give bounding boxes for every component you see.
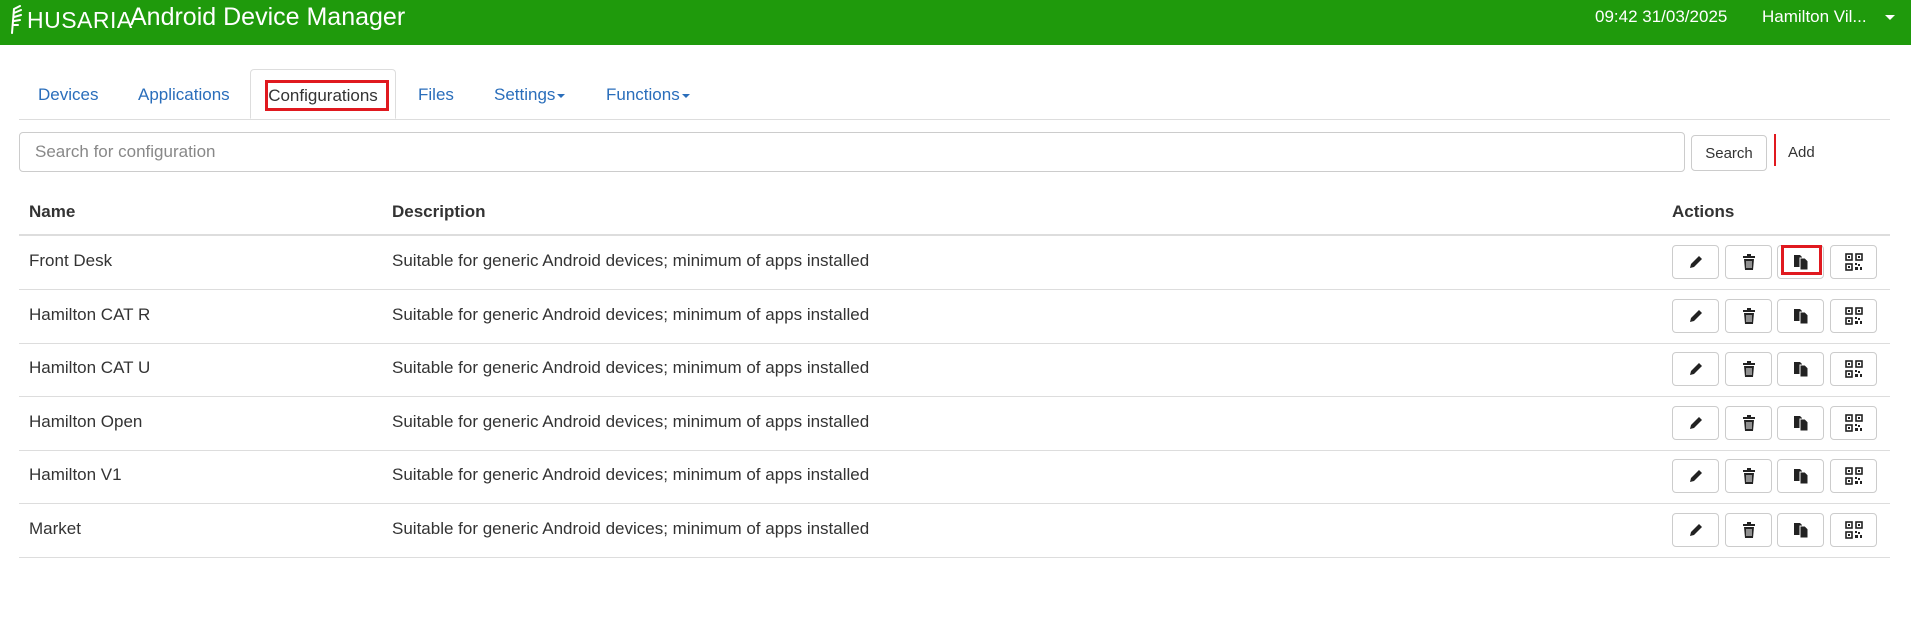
config-name: Front Desk (29, 251, 113, 270)
copy-icon (1792, 467, 1810, 485)
trash-icon (1740, 307, 1758, 325)
trash-icon (1740, 414, 1758, 432)
pencil-icon (1687, 467, 1705, 485)
config-description: Suitable for generic Android devices; mi… (392, 518, 870, 538)
qr-code-icon (1844, 306, 1863, 325)
copy-icon (1792, 307, 1810, 325)
copy-icon (1792, 360, 1810, 378)
pencil-icon (1687, 414, 1705, 432)
delete-button[interactable] (1725, 245, 1772, 279)
brand-name: HUSARIA (27, 6, 133, 33)
pencil-icon (1687, 253, 1705, 271)
config-description: Suitable for generic Android devices; mi… (392, 411, 870, 431)
trash-icon (1740, 360, 1758, 378)
config-name: Hamilton V1 (29, 465, 122, 484)
date-time: 09:42 31/03/2025 (1595, 7, 1728, 26)
copy-button[interactable] (1777, 512, 1824, 547)
delete-button[interactable] (1725, 459, 1772, 493)
tab-functions[interactable]: Functions (606, 69, 690, 119)
edit-button[interactable] (1672, 459, 1719, 493)
copy-button[interactable] (1777, 405, 1824, 440)
user-menu[interactable]: Hamilton Vil... (1762, 7, 1895, 27)
wing-icon (11, 5, 22, 34)
trash-icon (1740, 467, 1758, 485)
column-header-description: Description (392, 202, 486, 221)
chevron-down-icon (681, 93, 690, 98)
qr-code-icon (1844, 360, 1863, 378)
copy-button[interactable] (1777, 245, 1824, 279)
qr-code-icon (1844, 467, 1863, 485)
edit-button[interactable] (1672, 352, 1719, 386)
edit-button[interactable] (1672, 298, 1719, 333)
pencil-icon (1687, 360, 1705, 378)
qr-code-icon (1844, 413, 1863, 432)
pencil-icon (1687, 521, 1705, 539)
qr-code-button[interactable] (1830, 245, 1877, 279)
qr-code-button[interactable] (1830, 298, 1877, 333)
qr-code-button[interactable] (1830, 459, 1877, 493)
add-divider (1774, 134, 1776, 166)
column-header-actions: Actions (1672, 202, 1735, 221)
user-name: Hamilton Vil... (1762, 7, 1867, 26)
edit-button[interactable] (1672, 245, 1719, 279)
app-title: Android Device Manager (130, 3, 406, 31)
delete-button[interactable] (1725, 352, 1772, 386)
copy-button[interactable] (1777, 459, 1824, 493)
delete-button[interactable] (1725, 512, 1772, 547)
tab-applications[interactable]: Applications (138, 69, 230, 119)
config-name: Hamilton CAT R (29, 304, 151, 324)
table-header: Name Description Actions (19, 190, 1890, 236)
config-description: Suitable for generic Android devices; mi… (392, 465, 870, 484)
tab-files[interactable]: Files (418, 69, 454, 119)
table-row: Hamilton CAT R Suitable for generic Andro… (19, 290, 1890, 344)
copy-icon (1792, 414, 1810, 432)
trash-icon (1740, 253, 1758, 271)
qr-code-button[interactable] (1830, 405, 1877, 440)
add-button[interactable]: Add (1788, 144, 1815, 161)
column-header-name: Name (29, 202, 76, 221)
config-description: Suitable for generic Android devices; mi… (392, 251, 870, 270)
copy-button[interactable] (1777, 352, 1824, 386)
chevron-down-icon (557, 93, 566, 98)
pencil-icon (1687, 307, 1705, 325)
chevron-down-icon (1884, 14, 1895, 20)
top-navbar: HUSARIA Android Device Manager 09:42 31/… (0, 0, 1911, 45)
search-input[interactable] (19, 132, 1685, 172)
config-name: Hamilton Open (29, 411, 143, 431)
table-row: Market Suitable for generic Android devic… (19, 504, 1890, 558)
config-name: Market (29, 518, 81, 538)
nav-tabs: Devices Applications Configurations File… (19, 69, 1890, 120)
qr-code-icon (1844, 253, 1863, 271)
copy-button[interactable] (1777, 298, 1824, 333)
config-description: Suitable for generic Android devices; mi… (392, 304, 870, 324)
config-name: Hamilton CAT U (29, 358, 151, 377)
edit-button[interactable] (1672, 405, 1719, 440)
tab-devices[interactable]: Devices (38, 69, 98, 119)
table-row: Hamilton Open Suitable for generic Androi… (19, 397, 1890, 451)
tab-settings[interactable]: Settings (494, 69, 566, 119)
delete-button[interactable] (1725, 298, 1772, 333)
copy-icon (1792, 253, 1810, 271)
search-button[interactable]: Search (1691, 135, 1767, 171)
table-row: Front Desk Suitable for generic Android d… (19, 236, 1890, 290)
qr-code-button[interactable] (1830, 512, 1877, 547)
delete-button[interactable] (1725, 405, 1772, 440)
config-description: Suitable for generic Android devices; mi… (392, 358, 870, 377)
qr-code-icon (1844, 520, 1863, 539)
table-row: Hamilton CAT U Suitable for generic Andro… (19, 343, 1890, 397)
husaria-logo[interactable]: HUSARIA (8, 5, 133, 35)
tab-configurations[interactable]: Configurations (250, 69, 396, 119)
qr-code-button[interactable] (1830, 352, 1877, 386)
edit-button[interactable] (1672, 512, 1719, 547)
trash-icon (1740, 521, 1758, 539)
table-row: Hamilton V1 Suitable for generic Android … (19, 450, 1890, 504)
copy-icon (1792, 521, 1810, 539)
